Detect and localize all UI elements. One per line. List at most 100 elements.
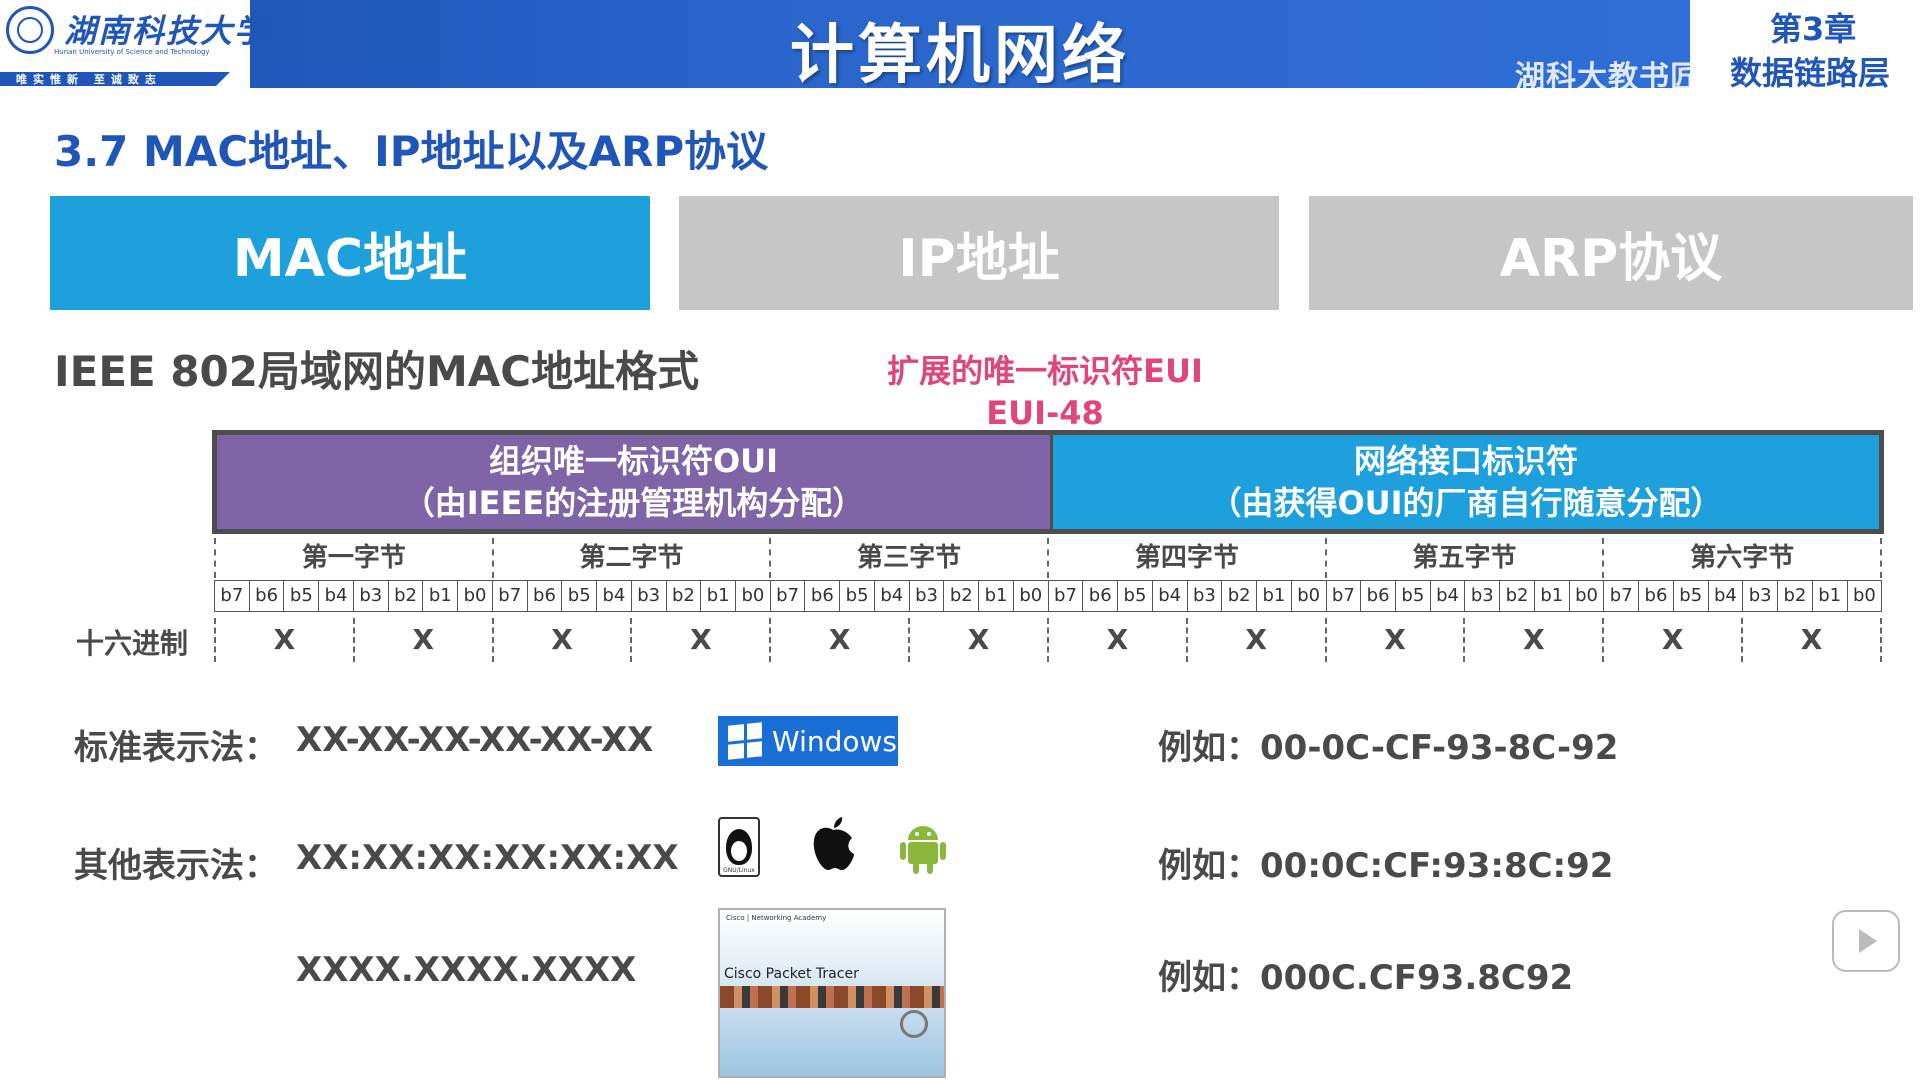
header-banner: 湖南科技大学 Hunan University of Science and T…	[0, 0, 1920, 95]
bit-label: b7	[1047, 581, 1083, 611]
byte-label: 第二字节	[491, 538, 770, 578]
bit-label: b7	[1603, 581, 1638, 611]
bit-label: b2	[665, 581, 701, 611]
bit-label: b0	[1846, 581, 1882, 611]
byte-label: 第三字节	[769, 538, 1047, 578]
hex-digit: X	[1741, 618, 1882, 662]
windows-badge: Windows	[718, 716, 898, 766]
eui-note-line2: EUI-48	[986, 394, 1104, 432]
cisco-notation-format: XXXX.XXXX.XXXX	[296, 950, 637, 990]
hex-digit: X	[1463, 618, 1602, 662]
packet-tracer-photo-strip	[720, 986, 944, 1008]
bit-label: b1	[1533, 581, 1569, 611]
standard-notation-example: 例如：00-0C-CF-93-8C-92	[1158, 728, 1619, 768]
subtitle: IEEE 802局域网的MAC地址格式	[54, 347, 700, 396]
linux-icon: GNU/Linux	[718, 817, 760, 877]
hex-digit: X	[491, 618, 631, 662]
bit-label: b1	[1256, 581, 1291, 611]
bit-label: b5	[1672, 581, 1708, 611]
chapter-name: 数据链路层	[1730, 54, 1891, 92]
tux-icon	[726, 829, 752, 865]
bit-label: b5	[839, 581, 874, 611]
bit-label: b2	[943, 581, 978, 611]
section-title: 3.7 MAC地址、IP地址以及ARP协议	[54, 127, 769, 176]
bit-label: b0	[457, 581, 492, 611]
bit-label: b1	[422, 581, 457, 611]
nic-note: （由获得OUI的厂商自行随意分配）	[1209, 484, 1723, 522]
windows-icon	[728, 722, 762, 760]
bit-labels-row: b7 b6 b5 b4 b3 b2 b1 b0 b7 b6 b5 b4 b3 b2 b1 b0 b7 b6 b5 b4…	[214, 580, 1882, 612]
watermark: 湖科大教书匠	[1515, 60, 1701, 95]
play-icon[interactable]	[1832, 910, 1900, 972]
nic-title: 网络接口标识符	[1353, 442, 1578, 480]
bit-label: b4	[873, 581, 909, 611]
byte-label: 第四字节	[1047, 538, 1325, 578]
packet-tracer-label: Cisco Packet Tracer	[724, 966, 859, 982]
bit-label: b3	[352, 581, 388, 611]
bit-label: b6	[1638, 581, 1673, 611]
bit-label: b4	[596, 581, 631, 611]
bit-label: b6	[248, 581, 284, 611]
bit-label: b7	[769, 581, 805, 611]
eui-note: 扩展的唯一标识符EUI EUI-48	[880, 350, 1210, 434]
bit-label: b7	[1325, 581, 1361, 611]
hex-digit: X	[214, 618, 353, 662]
hex-label: 十六进制	[76, 627, 189, 660]
bit-label: b7	[220, 585, 244, 606]
android-icon	[898, 820, 948, 876]
bit-label: b3	[1186, 581, 1222, 611]
bit-label: b2	[1499, 581, 1534, 611]
bit-label: b3	[1464, 581, 1499, 611]
bit-label: b5	[283, 581, 318, 611]
hex-digit: X	[1185, 618, 1325, 662]
other-notation-example: 例如：00:0C:CF:93:8C:92	[1158, 846, 1614, 886]
hex-digit: X	[352, 618, 492, 662]
hex-digit: X	[769, 618, 908, 662]
bit-label: b1	[978, 581, 1013, 611]
bit-label: b1	[1811, 581, 1847, 611]
hex-digit: X	[630, 618, 769, 662]
hex-digits-row: XXXXXXXXXXXX	[214, 618, 1882, 662]
bit-label: b6	[1082, 581, 1117, 611]
byte-label: 第六字节	[1602, 538, 1883, 578]
windows-label: Windows	[772, 724, 897, 758]
packet-tracer-image: Cisco | Networking Academy Cisco Packet …	[718, 908, 946, 1078]
other-notation-format: XX:XX:XX:XX:XX:XX	[296, 838, 679, 878]
bit-label: b0	[1568, 581, 1604, 611]
hex-digit: X	[1602, 618, 1741, 662]
bit-label: b5	[1394, 581, 1430, 611]
oui-note: （由IEEE的注册管理机构分配）	[402, 484, 865, 522]
bit-label: b2	[387, 581, 423, 611]
bit-label: b6	[526, 581, 562, 611]
bit-label: b2	[1777, 581, 1812, 611]
linux-caption: GNU/Linux	[723, 867, 755, 874]
other-notation-label: 其他表示法：	[74, 846, 278, 886]
byte-label: 第一字节	[214, 538, 492, 578]
eui-note-line1: 扩展的唯一标识符EUI	[887, 352, 1203, 390]
hex-digit: X	[908, 618, 1047, 662]
tab-mac-address[interactable]: MAC地址	[50, 196, 650, 310]
bit-label: b1	[700, 581, 735, 611]
apple-icon	[808, 816, 858, 887]
mac-address-frame: 组织唯一标识符OUI （由IEEE的注册管理机构分配） 网络接口标识符 （由获得…	[212, 430, 1884, 534]
bit-label: b0	[1290, 581, 1326, 611]
bit-label: b4	[318, 581, 353, 611]
tab-arp-protocol[interactable]: ARP协议	[1309, 196, 1913, 310]
standard-notation-label: 标准表示法：	[74, 728, 278, 768]
hex-digit: X	[1046, 618, 1186, 662]
bit-label: b4	[1707, 581, 1743, 611]
magnifier-icon	[900, 1010, 928, 1038]
hex-digit: X	[1324, 618, 1464, 662]
bit-label: b5	[1117, 581, 1152, 611]
bit-label: b2	[1221, 581, 1256, 611]
nic-block: 网络接口标识符 （由获得OUI的厂商自行随意分配）	[1050, 435, 1879, 529]
byte-labels-row: 第一字节 第二字节 第三字节 第四字节 第五字节 第六字节	[214, 538, 1883, 578]
bit-label: b6	[804, 581, 839, 611]
bit-label: b3	[908, 581, 944, 611]
tab-ip-address[interactable]: IP地址	[679, 196, 1279, 310]
bit-label: b5	[561, 581, 596, 611]
bit-label: b3	[630, 581, 666, 611]
bit-label: b0	[1012, 581, 1048, 611]
oui-block: 组织唯一标识符OUI （由IEEE的注册管理机构分配）	[217, 435, 1050, 529]
bit-label: b7	[491, 581, 527, 611]
